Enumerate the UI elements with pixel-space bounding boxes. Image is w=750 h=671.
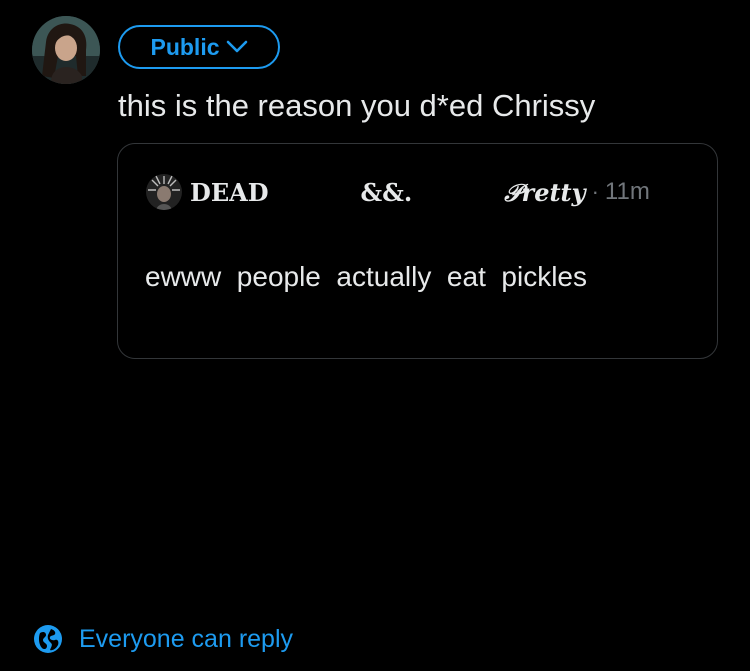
reply-settings-label: Everyone can reply	[79, 624, 294, 653]
user-avatar-photo	[32, 16, 100, 84]
quoted-tweet-card[interactable]: DEAD &&. 𝒫retty · 11m ewww people actual…	[117, 143, 718, 359]
quoted-tweet-timestamp: 11m	[604, 178, 650, 205]
quoted-user-avatar	[146, 174, 182, 210]
quoted-user-name-part2: &&.	[360, 177, 413, 207]
quoted-tweet-text: ewww people actually eat pickles	[145, 261, 587, 292]
quoted-user-avatar-photo	[146, 174, 182, 210]
audience-label: Public	[150, 33, 220, 60]
compose-text-input[interactable]: this is the reason you d*ed Chrissy	[118, 86, 595, 126]
chevron-down-icon	[226, 40, 248, 54]
globe-icon	[33, 624, 63, 654]
reply-settings-button[interactable]: Everyone can reply	[33, 622, 293, 656]
avatar[interactable]	[32, 16, 100, 84]
quoted-user-name-part1: DEAD	[190, 177, 269, 207]
quoted-user-name-part3: 𝒫retty	[504, 177, 586, 207]
quoted-tweet-header: DEAD &&. 𝒫retty · 11m	[146, 172, 697, 212]
audience-selector-button[interactable]: Public	[118, 25, 280, 69]
separator-dot: ·	[591, 179, 599, 204]
